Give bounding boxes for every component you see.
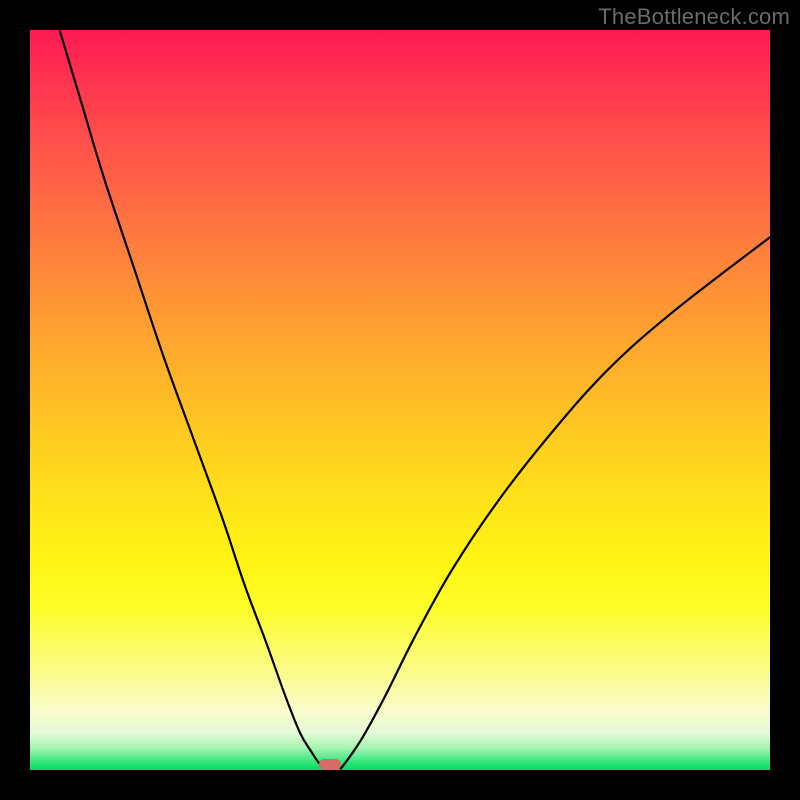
bottleneck-marker bbox=[319, 759, 341, 770]
bottleneck-curve bbox=[30, 30, 770, 770]
curve-right-branch bbox=[341, 237, 770, 768]
frame: TheBottleneck.com bbox=[0, 0, 800, 800]
watermark: TheBottleneck.com bbox=[598, 4, 790, 30]
plot-area bbox=[30, 30, 770, 770]
curve-left-branch bbox=[60, 30, 325, 769]
